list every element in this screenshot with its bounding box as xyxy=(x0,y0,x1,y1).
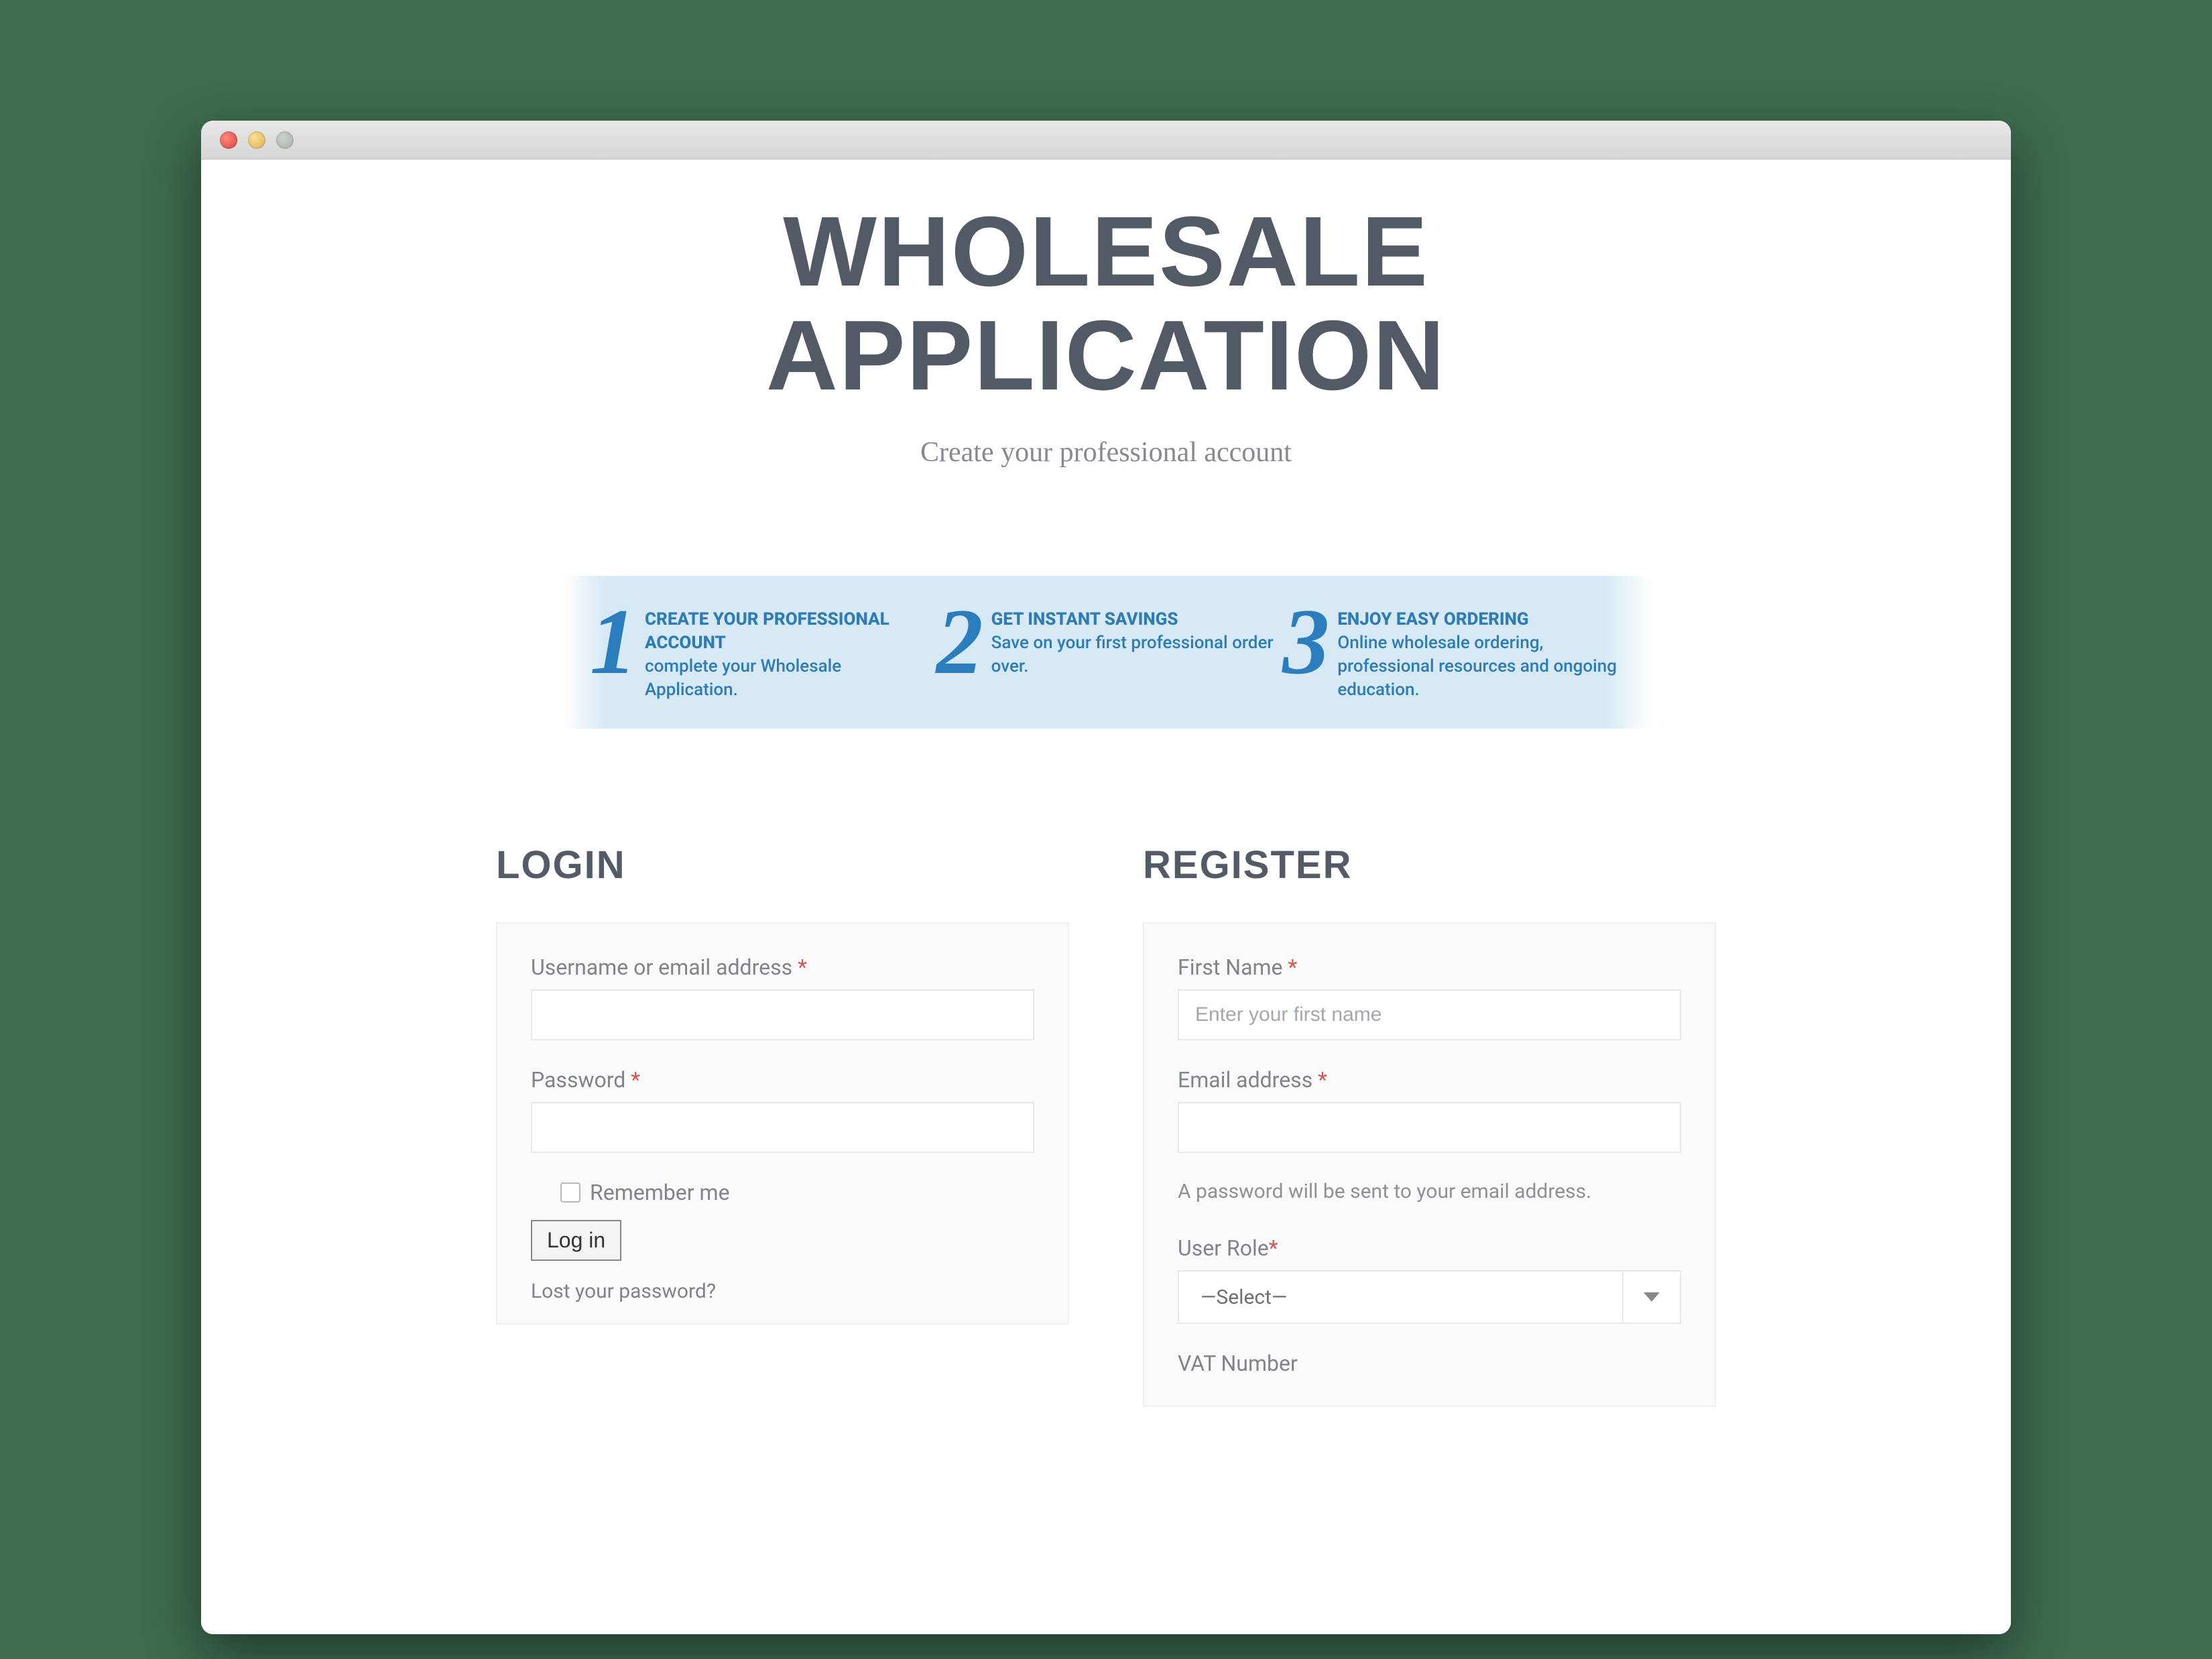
username-input[interactable] xyxy=(531,989,1034,1040)
step-text: GET INSTANT SAVINGS Save on your first p… xyxy=(991,600,1276,678)
remember-me-row[interactable]: Remember me xyxy=(560,1180,1034,1205)
register-column: REGISTER First Name * Email address * xyxy=(1143,843,1716,1407)
firstname-label: First Name * xyxy=(1178,955,1681,980)
user-role-selected: —Select— xyxy=(1179,1286,1622,1309)
step-title: ENJOY EASY ORDERING xyxy=(1337,609,1528,629)
remember-me-label: Remember me xyxy=(590,1180,730,1205)
lost-password-link[interactable]: Lost your password? xyxy=(531,1280,1034,1303)
step-body: Online wholesale ordering, professional … xyxy=(1337,633,1617,700)
step-title: CREATE YOUR PROFESSIONAL ACCOUNT xyxy=(645,609,889,653)
login-heading: LOGIN xyxy=(496,843,1069,887)
step-title: GET INSTANT SAVINGS xyxy=(991,609,1178,629)
login-panel: Username or email address * Password * xyxy=(496,922,1069,1325)
step-3: 3 ENJOY EASY ORDERING Online wholesale o… xyxy=(1282,600,1622,702)
page-title-line1: WHOLESALE xyxy=(783,196,1429,307)
minimize-icon[interactable] xyxy=(248,131,265,149)
page-title: WHOLESALE APPLICATION xyxy=(201,200,2011,408)
user-role-label: User Role* xyxy=(1178,1235,1681,1261)
firstname-input[interactable] xyxy=(1178,989,1681,1040)
close-icon[interactable] xyxy=(220,131,237,149)
step-text: CREATE YOUR PROFESSIONAL ACCOUNT complet… xyxy=(645,600,930,702)
vat-label: VAT Number xyxy=(1178,1351,1681,1376)
register-heading: REGISTER xyxy=(1143,843,1716,887)
chevron-down-icon xyxy=(1644,1292,1660,1302)
step-body: Save on your first professional order ov… xyxy=(991,633,1274,676)
page-subtitle: Create your professional account xyxy=(201,436,2011,469)
required-marker: * xyxy=(1269,1235,1278,1261)
step-1: 1 CREATE YOUR PROFESSIONAL ACCOUNT compl… xyxy=(590,600,930,702)
window-titlebar xyxy=(201,121,2011,160)
login-column: LOGIN Username or email address * Passwo… xyxy=(496,843,1069,1407)
password-field: Password * xyxy=(531,1067,1034,1153)
step-body: complete your Wholesale Application. xyxy=(645,656,841,700)
password-input[interactable] xyxy=(531,1102,1034,1153)
step-number: 2 xyxy=(936,600,983,684)
username-label: Username or email address * xyxy=(531,955,1034,980)
email-label: Email address * xyxy=(1178,1067,1681,1093)
email-input[interactable] xyxy=(1178,1102,1681,1153)
required-marker: * xyxy=(1318,1067,1327,1093)
maximize-icon[interactable] xyxy=(276,131,294,149)
browser-window: WHOLESALE APPLICATION Create your profes… xyxy=(201,121,2011,1634)
firstname-field: First Name * xyxy=(1178,955,1681,1040)
password-note: A password will be sent to your email ad… xyxy=(1178,1180,1681,1203)
password-label: Password * xyxy=(531,1067,1034,1093)
username-field: Username or email address * xyxy=(531,955,1034,1040)
required-marker: * xyxy=(631,1067,640,1093)
page-title-line2: APPLICATION xyxy=(766,300,1446,411)
step-2: 2 GET INSTANT SAVINGS Save on your first… xyxy=(936,600,1276,702)
login-button[interactable]: Log in xyxy=(531,1220,621,1261)
step-number: 3 xyxy=(1282,600,1329,684)
forms-row: LOGIN Username or email address * Passwo… xyxy=(496,843,1716,1407)
register-panel: First Name * Email address * A password … xyxy=(1143,922,1716,1407)
steps-banner: 1 CREATE YOUR PROFESSIONAL ACCOUNT compl… xyxy=(563,576,1649,729)
page-content: WHOLESALE APPLICATION Create your profes… xyxy=(201,160,2011,1634)
email-field: Email address * xyxy=(1178,1067,1681,1153)
step-text: ENJOY EASY ORDERING Online wholesale ord… xyxy=(1337,600,1622,702)
required-marker: * xyxy=(798,955,807,980)
user-role-select[interactable]: —Select— xyxy=(1178,1270,1681,1324)
user-role-field: User Role* —Select— xyxy=(1178,1235,1681,1324)
select-toggle[interactable] xyxy=(1622,1272,1680,1323)
vat-field: VAT Number xyxy=(1178,1351,1681,1376)
step-number: 1 xyxy=(590,600,637,684)
checkbox-icon[interactable] xyxy=(560,1182,580,1203)
required-marker: * xyxy=(1288,955,1297,980)
